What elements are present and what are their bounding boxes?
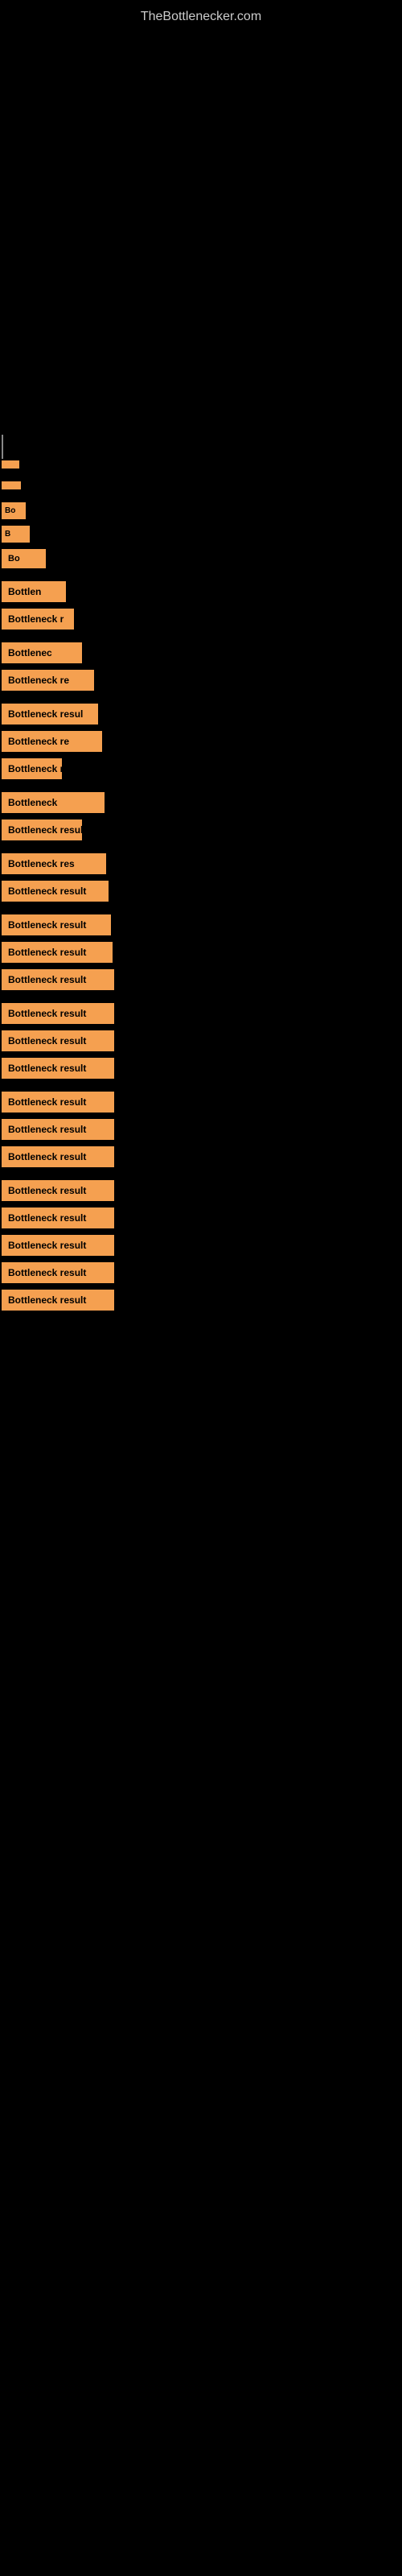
result-bar: Bottleneck result [2,1092,114,1113]
result-row: Bottleneck result [0,1143,402,1170]
result-bar: Bottleneck result [2,1119,114,1140]
result-row: Bottlen [0,578,402,605]
result-bar: Bottleneck [2,792,105,813]
result-bar: Bo [2,502,26,519]
result-bar: Bottleneck result [2,942,113,963]
result-row: Bottleneck result [0,877,402,905]
result-row: Bottleneck result [0,1232,402,1259]
chart-area [0,31,402,449]
cursor-line [2,435,3,459]
result-bar [2,460,19,469]
result-bar: Bottleneck result [2,1030,114,1051]
result-bar: Bottleneck r [2,609,74,630]
result-row: Bottleneck result [0,1027,402,1055]
result-bar: Bottleneck result [2,1262,114,1283]
result-bar: Bottleneck result [2,1180,114,1201]
result-bar: Bottleneck result [2,969,114,990]
result-row [0,457,402,472]
result-row: Bottleneck result [0,966,402,993]
result-bar: Bottleneck result [2,1208,114,1228]
site-title: TheBottlenecker.com [0,0,402,31]
result-row: Bottleneck result [0,939,402,966]
result-row: Bottleneck res [0,755,402,782]
result-bar: Bottleneck result [2,1290,114,1311]
results-container: Bo B Bo Bottlen Bottleneck r Bottlenec Bottlen… [0,449,402,1322]
result-row: Bottleneck [0,789,402,816]
result-bar: Bottleneck resul [2,704,98,724]
result-row: Bottleneck result [0,1116,402,1143]
result-row: Bottleneck res [0,850,402,877]
result-row [0,478,402,493]
result-bar: Bottlen [2,581,66,602]
result-bar: Bottleneck result [2,881,109,902]
result-row: Bottleneck r [0,605,402,633]
result-row: Bottleneck re [0,667,402,694]
result-bar: Bottlenec [2,642,82,663]
result-row: Bo [0,499,402,522]
result-row: Bottleneck result [0,1177,402,1204]
site-header: TheBottlenecker.com [0,0,402,31]
result-row: Bottleneck result [0,1055,402,1082]
result-row: Bottleneck re [0,728,402,755]
result-row: Bottleneck result [0,1000,402,1027]
result-bar: Bottleneck res [2,758,62,779]
result-bar: Bottleneck result [2,819,82,840]
result-bar: Bottleneck result [2,1235,114,1256]
result-bar: Bottleneck re [2,731,102,752]
result-bar [2,481,21,489]
result-bar: Bottleneck res [2,853,106,874]
result-bar: B [2,526,30,543]
result-bar: Bottleneck result [2,1146,114,1167]
result-row: Bottleneck result [0,1088,402,1116]
result-row: Bottleneck result [0,1286,402,1314]
result-row: Bo [0,546,402,572]
result-row: Bottlenec [0,639,402,667]
result-row: Bottleneck result [0,1204,402,1232]
result-bar: Bottleneck result [2,1003,114,1024]
result-row: Bottleneck resul [0,700,402,728]
result-bar: Bottleneck re [2,670,94,691]
result-bar: Bottleneck result [2,1058,114,1079]
result-row: B [0,522,402,546]
result-bar: Bo [2,549,46,568]
result-bar: Bottleneck result [2,914,111,935]
result-row: Bottleneck result [0,816,402,844]
result-row: Bottleneck result [0,1259,402,1286]
result-row: Bottleneck result [0,911,402,939]
